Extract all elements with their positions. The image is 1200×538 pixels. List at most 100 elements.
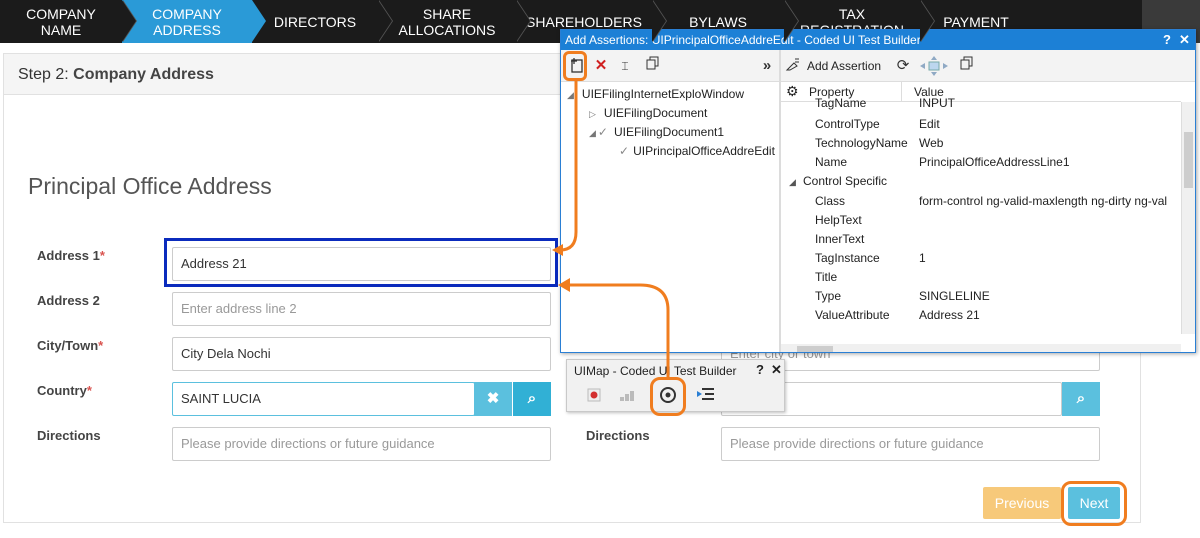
label-text: Country (37, 383, 87, 398)
prop-value[interactable]: SINGLELINE (919, 289, 990, 303)
navigate-icon[interactable] (919, 56, 949, 76)
country-search-button[interactable]: ⌕ (513, 382, 551, 416)
scroll-thumb[interactable] (797, 346, 833, 352)
directions-input[interactable]: Please provide directions or future guid… (172, 427, 551, 461)
prop-name[interactable]: Title (815, 270, 837, 284)
prop-name[interactable]: TagInstance (815, 251, 880, 265)
selected-control-highlight (164, 238, 558, 287)
settings-icon[interactable]: ⚙ (786, 83, 799, 100)
prop-name[interactable]: TechnologyName (815, 136, 908, 150)
address2-label: Address 2 (37, 293, 100, 308)
prop-group[interactable]: Control Specific (803, 174, 887, 188)
delete-icon[interactable]: ✕ (591, 56, 611, 76)
prop-name[interactable]: InnerText (815, 232, 864, 246)
step-label: SHAREHOLDERS (526, 13, 642, 30)
prop-name[interactable]: Name (815, 155, 847, 169)
tree-item-label: UIEFilingDocument1 (613, 125, 725, 139)
city-input[interactable]: City Dela Nochi (172, 337, 551, 371)
country-clear-button[interactable]: ✖ (474, 382, 512, 416)
step-label: PAYMENT (943, 13, 1009, 30)
prop-value[interactable]: Web (919, 136, 943, 150)
help-icon[interactable]: ? (756, 362, 764, 377)
prop-value[interactable]: Address 21 (919, 308, 980, 322)
tree-item-document[interactable]: ▷ UIEFilingDocument (589, 106, 707, 120)
country-label: Country* (37, 383, 92, 398)
step-label-line2: ADDRESS (153, 21, 221, 38)
add-assertion-icon[interactable] (783, 56, 803, 76)
tree-item-label: UIEFilingInternetExploWindow (581, 87, 744, 101)
dialog-title: Add Assertions: UIPrincipalOfficeAddreEd… (565, 33, 921, 47)
property-grid: ⚙ Property Value TagName INPUT ControlTy… (781, 82, 1195, 352)
step-label-line2: NAME (40, 21, 82, 38)
vertical-scrollbar[interactable] (1181, 102, 1195, 334)
prop-name[interactable]: ControlType (815, 117, 880, 131)
tree-item-label: UIEFilingDocument (603, 106, 708, 120)
record-icon[interactable] (587, 388, 601, 402)
prop-value: INPUT (919, 96, 955, 110)
add-assertion-button[interactable]: Add Assertion (807, 59, 881, 73)
copy-icon[interactable] (643, 56, 663, 76)
generate-code-icon[interactable] (697, 387, 715, 403)
copy-value-icon[interactable] (957, 56, 977, 76)
screen: COMPANY NAME COMPANY ADDRESS DIRECTORS SHA… (0, 0, 1200, 538)
prop-name[interactable]: ValueAttribute (815, 308, 890, 322)
address2-input[interactable]: Enter address line 2 (172, 292, 551, 326)
steps-icon[interactable] (619, 388, 637, 402)
group-collapse-icon[interactable]: ◢ (789, 174, 796, 188)
collapse-icon: ◢ (567, 90, 574, 100)
step-label-line1: SHARE (422, 5, 472, 22)
prop-name[interactable]: Class (815, 194, 845, 208)
crosshair-callout (650, 377, 686, 416)
page-title: Step 2: Company Address (18, 66, 214, 84)
add-uimap-callout (563, 51, 587, 81)
previous-button[interactable]: Previous (983, 487, 1061, 519)
add-assertions-dialog: Add Assertions: UIPrincipalOfficeAddreEd… (560, 29, 1196, 353)
close-icon[interactable]: ✕ (771, 362, 782, 378)
expand-icon: ▷ (589, 109, 596, 119)
uimap-title: UIMap - Coded UI Test Builder (574, 364, 737, 378)
prop-name[interactable]: HelpText (815, 213, 862, 227)
right-country-search-button[interactable]: ⌕ (1062, 382, 1100, 416)
search-icon: ⌕ (527, 390, 537, 407)
collapse-icon: ◢ (589, 128, 596, 138)
scroll-thumb[interactable] (1184, 132, 1193, 188)
rename-icon[interactable]: ⌶ (615, 56, 635, 76)
step-company-name[interactable]: COMPANY NAME (0, 0, 137, 43)
tree-item-document1[interactable]: ◢ ✓ UIEFilingDocument1 (589, 125, 724, 139)
clear-icon: ✖ (486, 390, 500, 407)
step-label-line1: COMPANY (152, 5, 222, 22)
help-icon[interactable]: ? (1163, 30, 1171, 50)
tree-item-principal-office-edit[interactable]: ✓ UIPrincipalOfficeAddreEdit (619, 144, 775, 158)
prop-value[interactable]: form-control ng-valid-maxlength ng-dirty… (919, 194, 1167, 208)
required-marker: * (99, 248, 105, 263)
label-text: Address 1 (37, 248, 100, 263)
step-directors[interactable]: DIRECTORS (252, 0, 393, 43)
right-directions-input[interactable]: Please provide directions or future guid… (721, 427, 1100, 461)
step-share-allocations[interactable]: SHARE ALLOCATIONS (378, 0, 531, 43)
refresh-icon[interactable]: ⟳ (893, 56, 913, 76)
close-icon[interactable]: ✕ (1179, 30, 1190, 50)
country-input[interactable]: SAINT LUCIA (172, 382, 475, 416)
more-icon[interactable]: » (757, 56, 777, 76)
step-label-line2: ALLOCATIONS (398, 21, 496, 38)
step-label: DIRECTORS (273, 13, 357, 30)
prop-name[interactable]: Type (815, 289, 841, 303)
properties-toolbar: Add Assertion ⟳ (781, 50, 1195, 82)
prop-value[interactable]: Edit (919, 117, 940, 131)
city-label: City/Town* (37, 338, 103, 353)
tree-item-window[interactable]: ◢ UIEFilingInternetExploWindow (567, 87, 744, 101)
control-tree: ◢ UIEFilingInternetExploWindow ▷ UIEFiling… (561, 82, 779, 352)
right-directions-label: Directions (586, 428, 650, 443)
step-company-address[interactable]: COMPANY ADDRESS (122, 0, 266, 43)
next-button-callout (1061, 481, 1127, 526)
horizontal-scrollbar[interactable] (781, 344, 1181, 352)
check-icon: ✓ (619, 144, 630, 158)
prop-value[interactable]: 1 (919, 251, 926, 265)
label-text: City/Town (37, 338, 99, 353)
prop-value[interactable]: PrincipalOfficeAddressLine1 (919, 155, 1070, 169)
search-icon: ⌕ (1076, 390, 1086, 407)
required-marker: * (98, 338, 104, 353)
address1-label: Address 1* (37, 248, 105, 263)
required-marker: * (86, 383, 92, 398)
step-label: BYLAWS (689, 13, 747, 30)
